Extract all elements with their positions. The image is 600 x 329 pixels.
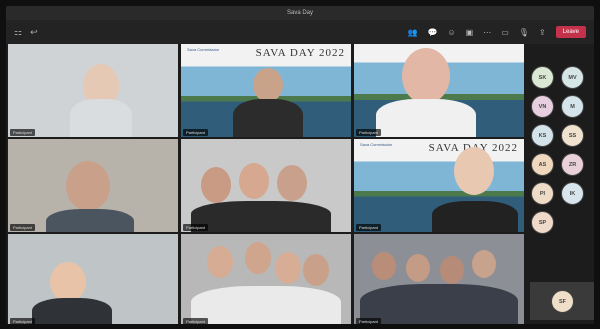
participant-avatar[interactable]: VN — [531, 95, 554, 118]
participant-face — [406, 254, 430, 282]
reactions-button[interactable]: ☺ — [447, 28, 455, 37]
participant-face — [277, 165, 307, 201]
video-tile[interactable]: SAVA DAY 2022 Sava Commission Participant — [181, 44, 351, 137]
participant-avatar[interactable]: PI — [531, 182, 554, 205]
participant-name-label: Participant — [10, 224, 35, 231]
more-icon: ⋯ — [483, 27, 492, 37]
participant-name-label: Participant — [356, 318, 381, 324]
participant-name-label: Participant — [10, 318, 35, 324]
title-bar: Sava Day — [6, 6, 594, 20]
more-button[interactable]: ⋯ — [483, 28, 491, 37]
participant-body — [432, 201, 518, 232]
participant-avatar[interactable]: KS — [531, 124, 554, 147]
chat-button[interactable]: 💬 — [428, 28, 438, 37]
share-icon: ⇪ — [538, 27, 546, 37]
camera-button[interactable]: ▭ — [501, 28, 509, 37]
background-banner-title: SAVA DAY 2022 — [255, 47, 345, 59]
mic-icon: 🎙 — [518, 27, 529, 37]
leave-button[interactable]: Leave — [555, 26, 586, 38]
participant-avatar[interactable]: M — [561, 95, 584, 118]
participant-face — [372, 252, 396, 280]
participant-body — [46, 209, 134, 232]
participant-body — [376, 99, 476, 137]
participant-face — [275, 252, 301, 284]
participant-face — [239, 163, 269, 199]
back-icon[interactable]: ↩ — [30, 27, 38, 38]
participant-avatar[interactable]: IK — [561, 182, 584, 205]
participant-face — [207, 246, 233, 278]
participant-avatar[interactable]: SK — [531, 66, 554, 89]
participant-face — [66, 161, 110, 211]
participant-face — [440, 256, 464, 284]
people-button[interactable]: 👥 — [408, 28, 418, 37]
reactions-icon: ☺ — [447, 27, 456, 37]
camera-icon: ▭ — [501, 27, 509, 37]
toolbar-actions: 👥 💬 ☺ ▣ ⋯ ▭ 🎙 ⇪ Leave — [408, 26, 594, 38]
avatar-list: SK MV VN M KS SS AS ZR PI IK SP — [531, 66, 591, 234]
participant-name-label: Participant — [183, 224, 208, 231]
teams-window: Sava Day ⚏ ↩ 👥 💬 ☺ ▣ ⋯ ▭ 🎙 ⇪ Leave Participant SA… — [6, 6, 594, 324]
share-button[interactable]: ⇪ — [539, 28, 546, 37]
participant-name-label: Participant — [356, 224, 381, 231]
grid-icon[interactable]: ⚏ — [14, 27, 22, 38]
participant-body — [191, 286, 341, 324]
participant-face — [454, 147, 494, 195]
participant-avatar[interactable]: ZR — [561, 153, 584, 176]
participant-face — [472, 250, 496, 278]
participant-body — [233, 99, 303, 137]
chat-icon: 💬 — [427, 27, 438, 37]
people-icon: 👥 — [407, 27, 418, 37]
participant-avatar[interactable]: SS — [561, 124, 584, 147]
participant-name-label: Participant — [356, 129, 381, 136]
rooms-icon: ▣ — [465, 27, 474, 37]
video-tile[interactable]: Participant — [181, 234, 351, 324]
participant-face — [402, 48, 450, 104]
participant-face — [253, 68, 283, 102]
window-title: Sava Day — [286, 10, 313, 16]
meeting-toolbar: ⚏ ↩ 👥 💬 ☺ ▣ ⋯ ▭ 🎙 ⇪ Leave — [6, 20, 594, 44]
video-tile[interactable]: Participant — [8, 139, 178, 232]
rooms-button[interactable]: ▣ — [466, 28, 474, 37]
participant-body — [191, 201, 331, 232]
background-logo: Sava Commission — [360, 142, 393, 147]
video-tile[interactable]: Participant — [354, 234, 524, 324]
background-logo: Sava Commission — [187, 47, 220, 52]
video-tile[interactable]: SAVA DAY 2022Sava CommissionParticipant — [354, 139, 524, 232]
self-avatar: SF — [551, 290, 574, 313]
participant-name-label: Participant — [10, 129, 35, 136]
participant-face — [245, 242, 271, 274]
participant-face — [201, 167, 231, 203]
video-grid: Participant SAVA DAY 2022 Sava Commission P… — [8, 44, 526, 324]
participant-avatar[interactable]: SP — [531, 211, 554, 234]
participant-body — [32, 298, 112, 324]
participant-body — [70, 99, 132, 137]
participant-name-label: Participant — [183, 129, 208, 136]
participant-avatar[interactable]: MV — [561, 66, 584, 89]
video-tile[interactable]: Participant — [181, 139, 351, 232]
participant-face — [50, 262, 86, 302]
video-tile[interactable]: Participant — [354, 44, 524, 137]
participant-body — [360, 284, 518, 324]
participant-sidebar: SK MV VN M KS SS AS ZR PI IK SP SF — [526, 44, 594, 324]
participant-avatar[interactable]: AS — [531, 153, 554, 176]
participant-face — [303, 254, 329, 286]
participant-name-label: Participant — [183, 318, 208, 324]
video-tile[interactable]: Participant — [8, 44, 178, 137]
self-view[interactable]: SF — [530, 282, 594, 320]
mic-button[interactable]: 🎙 — [519, 28, 529, 37]
video-tile[interactable]: Participant — [8, 234, 178, 324]
